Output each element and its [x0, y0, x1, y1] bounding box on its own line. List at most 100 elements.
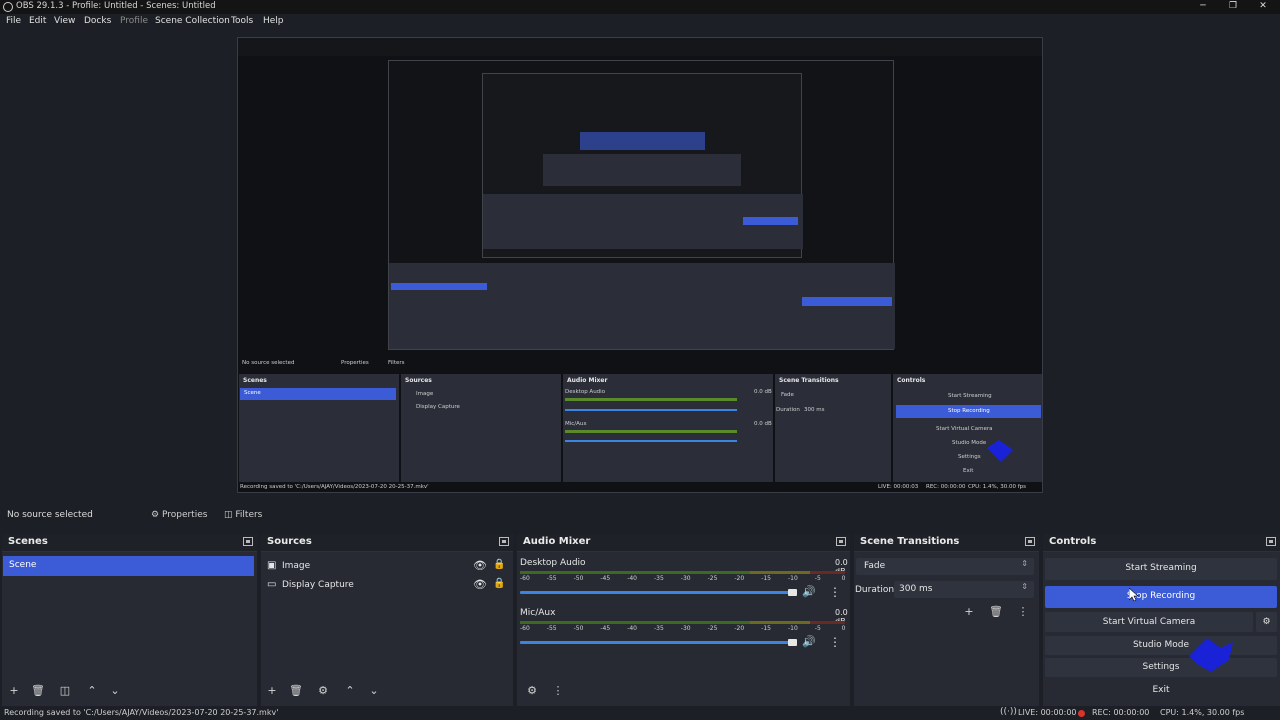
add-scene-icon[interactable]: +: [7, 684, 21, 698]
mixer-channel: Desktop Audio0.0 dB-60-55-50-45-40-35-30…: [517, 558, 850, 606]
filters-button[interactable]: ◫ Filters: [222, 507, 268, 523]
preview-canvas[interactable]: No source selected Properties Filters Sc…: [237, 37, 1043, 493]
window-title: OBS 29.1.3 - Profile: Untitled - Scenes:…: [16, 1, 216, 11]
meter-tick: -5: [814, 575, 821, 582]
nested-stop-recording: Stop Recording: [948, 408, 990, 414]
lock-icon[interactable]: 🔒: [493, 578, 505, 589]
meter-tick: -30: [680, 625, 691, 632]
meter-tick: -25: [707, 625, 718, 632]
volume-meter: [750, 571, 810, 574]
meter-tick: -30: [680, 575, 691, 582]
meter-tick: -50: [573, 625, 584, 632]
menu-profile[interactable]: Profile: [120, 16, 148, 26]
scene-list-item[interactable]: Scene: [3, 556, 254, 576]
lock-icon[interactable]: 🔒: [493, 559, 505, 570]
meter-tick: -5: [814, 625, 821, 632]
nested-rec: REC: 00:00:00: [926, 484, 966, 490]
speaker-icon[interactable]: 🔊: [802, 635, 816, 648]
controls-header: Controls: [1043, 534, 1280, 552]
volume-slider-handle[interactable]: [788, 639, 797, 646]
menu-edit[interactable]: Edit: [29, 16, 46, 26]
properties-button[interactable]: ⚙ Properties: [149, 507, 215, 523]
add-source-icon[interactable]: +: [265, 684, 279, 698]
close-icon[interactable]: ✕: [1248, 0, 1278, 14]
channel-name: Mic/Aux: [520, 608, 556, 618]
transition-select[interactable]: Fade ⇕: [856, 558, 1034, 575]
nested-level2-scene-sel: [391, 283, 487, 290]
gear-icon: ⚙: [151, 510, 160, 520]
more-menu-icon[interactable]: ⋮: [829, 635, 841, 649]
undock-icon[interactable]: [836, 537, 846, 546]
scene-transitions-header: Scene Transitions: [854, 534, 1039, 552]
menu-help[interactable]: Help: [263, 16, 284, 26]
studio-mode-button[interactable]: Studio Mode: [1045, 636, 1277, 655]
move-up-icon[interactable]: ⌃: [343, 684, 357, 698]
more-menu-icon[interactable]: ⋮: [1016, 605, 1030, 619]
nested-no-source: No source selected: [242, 360, 295, 366]
nested-studio-mode: Studio Mode: [952, 440, 987, 446]
undock-icon[interactable]: [1266, 537, 1276, 546]
undock-icon[interactable]: [1025, 537, 1035, 546]
speaker-icon[interactable]: 🔊: [802, 585, 816, 598]
start-virtual-camera-button[interactable]: Start Virtual Camera: [1045, 612, 1253, 632]
monitor-icon: ▭: [267, 579, 277, 590]
sources-dock: Sources ▣ Image 👁 🔒 ▭ Display Capture 👁 …: [261, 534, 513, 706]
gear-icon[interactable]: ⚙: [525, 684, 539, 698]
nested-transitions-title: Scene Transitions: [779, 377, 839, 384]
volume-slider[interactable]: [520, 641, 795, 644]
settings-button[interactable]: Settings: [1045, 658, 1277, 677]
menu-tools[interactable]: Tools: [231, 16, 253, 26]
volume-slider[interactable]: [520, 591, 795, 594]
nested-start-streaming: Start Streaming: [948, 393, 992, 399]
meter-tick: -60: [520, 575, 530, 582]
undock-icon[interactable]: [243, 537, 253, 546]
volume-meter: [810, 571, 845, 574]
nested-live: LIVE: 00:00:03: [878, 484, 919, 490]
undock-icon[interactable]: [499, 537, 509, 546]
eye-icon[interactable]: 👁: [473, 578, 487, 591]
menu-view[interactable]: View: [54, 16, 75, 26]
scenes-dock-header: Scenes: [2, 534, 257, 552]
scenes-dock: Scenes Scene + 🗑 ◫ ⌃ ⌄: [2, 534, 257, 706]
nested-capture-level2: [388, 60, 895, 350]
start-streaming-button[interactable]: Start Streaming: [1045, 558, 1277, 580]
move-up-icon[interactable]: ⌃: [85, 684, 99, 698]
nested-source-display: Display Capture: [416, 404, 460, 410]
move-down-icon[interactable]: ⌄: [108, 684, 122, 698]
nested-scene-item: [240, 388, 396, 400]
trash-icon[interactable]: 🗑: [289, 684, 303, 698]
audio-mixer-dock: Audio Mixer Desktop Audio0.0 dB-60-55-50…: [517, 534, 850, 706]
stop-recording-button[interactable]: Stop Recording: [1045, 586, 1277, 608]
restore-icon[interactable]: ❐: [1218, 0, 1248, 14]
trash-icon[interactable]: 🗑: [989, 605, 1003, 619]
menu-scene-collection[interactable]: Scene Collection: [155, 16, 230, 26]
eye-icon[interactable]: 👁: [473, 559, 487, 572]
chevron-updown-icon: ⇕: [1021, 559, 1028, 568]
trash-icon[interactable]: 🗑: [31, 684, 45, 698]
source-row-image[interactable]: ▣ Image 👁 🔒: [261, 558, 513, 576]
live-timer: LIVE: 00:00:00: [1018, 708, 1077, 717]
duration-spinbox[interactable]: 300 ms ⇕: [894, 581, 1034, 598]
minimize-icon[interactable]: ─: [1188, 0, 1218, 14]
nested-stop-btn: [743, 217, 798, 225]
nested-capture-level3: [482, 73, 803, 258]
filter-icon: ◫: [224, 510, 233, 520]
gear-icon[interactable]: ⚙: [316, 684, 330, 698]
menu-file[interactable]: File: [6, 16, 21, 26]
move-down-icon[interactable]: ⌄: [367, 684, 381, 698]
spin-arrows-icon: ⇕: [1021, 582, 1028, 591]
source-row-display[interactable]: ▭ Display Capture 👁 🔒: [261, 577, 513, 595]
exit-button[interactable]: Exit: [1045, 681, 1277, 700]
virtual-camera-settings-icon[interactable]: ⚙: [1256, 612, 1277, 632]
nested-scene-label: Scene: [244, 390, 261, 396]
sources-title: Sources: [267, 536, 312, 547]
menu-docks[interactable]: Docks: [84, 16, 111, 26]
more-menu-icon[interactable]: ⋮: [551, 684, 565, 698]
more-menu-icon[interactable]: ⋮: [829, 585, 841, 599]
filter-scene-icon[interactable]: ◫: [58, 684, 72, 698]
scene-transitions-dock: Scene Transitions Fade ⇕ Duration 300 ms…: [854, 534, 1039, 706]
meter-tick: 0: [841, 575, 846, 582]
add-transition-icon[interactable]: +: [962, 605, 976, 619]
volume-slider-handle[interactable]: [788, 589, 797, 596]
nested-slider-2: [565, 440, 737, 442]
